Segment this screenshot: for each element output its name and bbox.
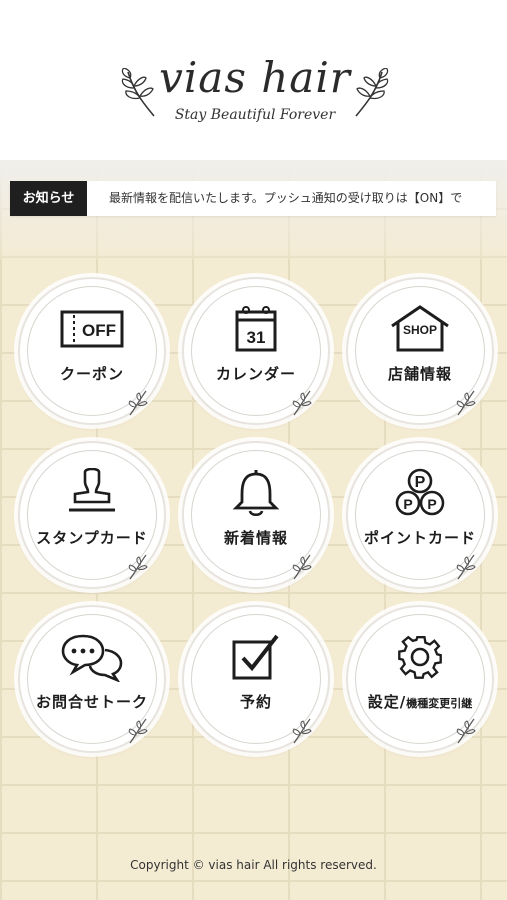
gear-icon [398,635,442,679]
stamp-icon [69,468,115,512]
leaf-sprig-icon [456,718,476,744]
menu-coupon-label: クーポン [59,365,124,383]
leaf-sprig-icon [456,390,476,416]
coupon-off-text: OFF [82,321,116,340]
menu-reservation-label: 予約 [239,693,272,711]
menu-reservation-button[interactable]: 予約 [182,605,330,753]
menu-settings-label-sub: 機種変更引継 [406,697,473,710]
checkbox-icon [232,634,279,680]
chat-icon [61,634,123,682]
calendar-day-text: 31 [247,328,266,347]
menu-inquiry-talk-button[interactable]: お問合せトーク [18,605,166,753]
leaf-sprig-icon [292,718,312,744]
brand-name: vias hair [159,53,351,102]
menu-settings-label-main: 設定/ [367,693,407,711]
leaf-sprig-icon [128,554,148,580]
points-icon: P P P [395,468,445,516]
leaf-sprig-icon [128,390,148,416]
brand-tagline: Stay Beautiful Forever [174,107,336,123]
menu-shop-info-button[interactable]: SHOP 店舗情報 [346,277,494,425]
shop-icon: SHOP [391,305,449,352]
news-label: お知らせ [10,181,87,216]
menu-point-card-button[interactable]: P P P ポイントカード [346,441,494,589]
menu-stamp-card-label: スタンプカード [36,529,148,547]
coupon-off-icon: OFF [60,310,124,348]
calendar-icon: 31 [235,306,277,352]
leaf-sprig-icon [292,390,312,416]
news-text: 最新情報を配信いたします。プッシュ通知の受け取りは【ON】で [109,191,463,205]
brand-logo: vias hair Stay Beautiful Forever [120,52,390,137]
menu-stamp-card-button[interactable]: スタンプカード [18,441,166,589]
menu-settings-label: 設定/機種変更引継 [348,691,492,712]
leaf-sprig-icon [128,718,148,744]
point-p-text: P [427,496,436,512]
point-p-text: P [403,496,412,512]
point-p-text: P [415,474,426,491]
menu-inquiry-talk-label: お問合せトーク [35,693,148,711]
footer-copyright: Copyright © vias hair All rights reserve… [130,858,377,872]
menu-calendar-button[interactable]: 31 カレンダー [182,277,330,425]
news-ticker[interactable]: お知らせ 最新情報を配信いたします。プッシュ通知の受け取りは【ON】で [10,181,496,216]
app-header: vias hair Stay Beautiful Forever [0,0,507,160]
menu-point-card-label: ポイントカード [363,529,476,547]
menu-calendar-label: カレンダー [215,365,296,383]
bell-icon [232,470,280,517]
menu-news-button[interactable]: 新着情報 [182,441,330,589]
menu-shop-info-label: 店舗情報 [387,365,452,383]
menu-news-label: 新着情報 [223,529,288,547]
leaf-sprig-icon [456,554,476,580]
menu-grid: OFF クーポン 31 カレンダー SHOP 店舗情報 スタンプカード 新着情報… [14,273,494,753]
shop-text: SHOP [403,323,437,337]
menu-settings-button[interactable]: 設定/機種変更引継 [346,605,494,753]
leaf-sprig-icon [292,554,312,580]
menu-coupon-button[interactable]: OFF クーポン [18,277,166,425]
